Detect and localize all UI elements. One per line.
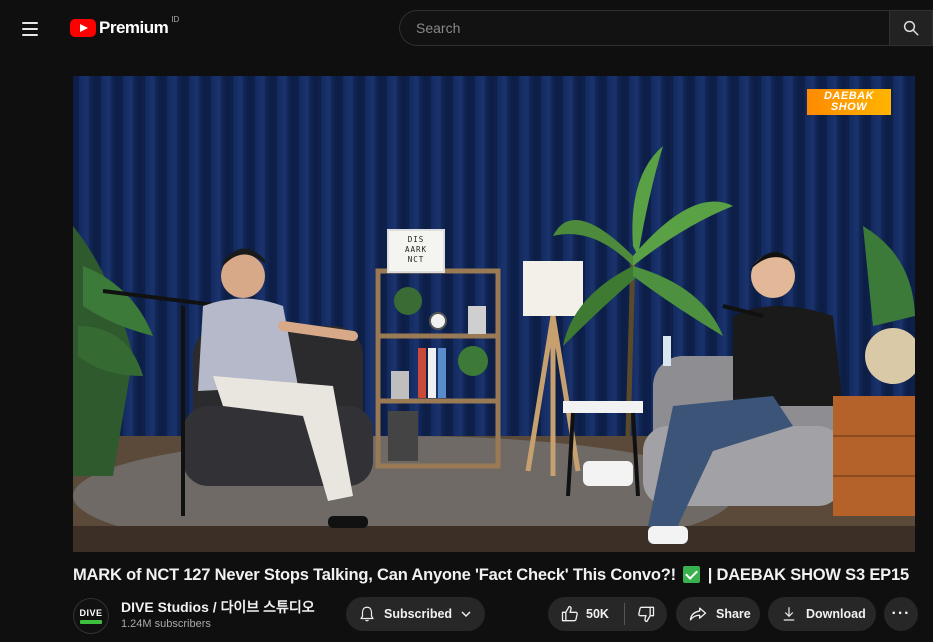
show-badge-line2: SHOW (830, 101, 868, 113)
more-actions-button[interactable]: ··· (884, 597, 918, 631)
subscribed-button[interactable]: Subscribed (346, 597, 485, 631)
top-bar: Premium ID (0, 0, 933, 56)
share-button[interactable]: Share (676, 597, 760, 631)
video-title-episode: | DAEBAK SHOW S3 EP15 (707, 566, 909, 584)
download-label: Download (806, 607, 866, 621)
search-box (399, 10, 889, 46)
share-icon (689, 607, 707, 621)
check-mark-icon (683, 566, 701, 583)
like-button[interactable]: 50K (548, 597, 624, 631)
logo-region: ID (171, 15, 180, 24)
search-icon (903, 20, 919, 36)
bell-icon (360, 606, 374, 622)
search-button[interactable] (889, 10, 933, 46)
avatar-text: DIVE (79, 607, 103, 618)
logo-text: Premium (99, 18, 169, 37)
avatar-stripe (80, 619, 102, 624)
dislike-button[interactable] (625, 597, 667, 631)
video-player[interactable]: DAEBAK SHOW DIS AARK NCT (73, 76, 915, 552)
thumbs-up-icon (561, 605, 578, 622)
like-dislike-group: 50K (548, 597, 667, 631)
video-meta-row: DIVE DIVE Studios / 다이브 스튜디오 1.24M subsc… (73, 596, 933, 636)
download-button[interactable]: Download (768, 597, 876, 631)
share-label: Share (716, 607, 751, 621)
thumbs-down-icon (638, 606, 655, 623)
youtube-play-icon (70, 19, 96, 37)
more-icon: ··· (891, 605, 911, 622)
show-logo-badge: DAEBAK SHOW (807, 89, 891, 115)
video-title: MARK of NCT 127 Never Stops Talking, Can… (73, 566, 933, 585)
video-title-main: MARK of NCT 127 Never Stops Talking, Can… (73, 566, 676, 584)
subscribed-label: Subscribed (384, 607, 453, 621)
youtube-premium-logo[interactable]: Premium ID (70, 15, 180, 39)
lightbox-line3: NCT (407, 255, 425, 264)
lightbox-line2: AARK (404, 245, 428, 254)
lightbox-line1: DIS (407, 235, 425, 244)
lightbox-sign: DIS AARK NCT (387, 229, 445, 273)
menu-icon[interactable] (22, 16, 48, 42)
video-frame (73, 76, 915, 552)
channel-name[interactable]: DIVE Studios / 다이브 스튜디오 (121, 597, 315, 617)
download-icon (783, 607, 795, 621)
search-input[interactable] (416, 20, 889, 36)
chevron-down-icon (461, 611, 471, 618)
subscriber-count: 1.24M subscribers (121, 618, 211, 630)
channel-avatar[interactable]: DIVE (73, 598, 109, 634)
like-count: 50K (586, 607, 609, 621)
